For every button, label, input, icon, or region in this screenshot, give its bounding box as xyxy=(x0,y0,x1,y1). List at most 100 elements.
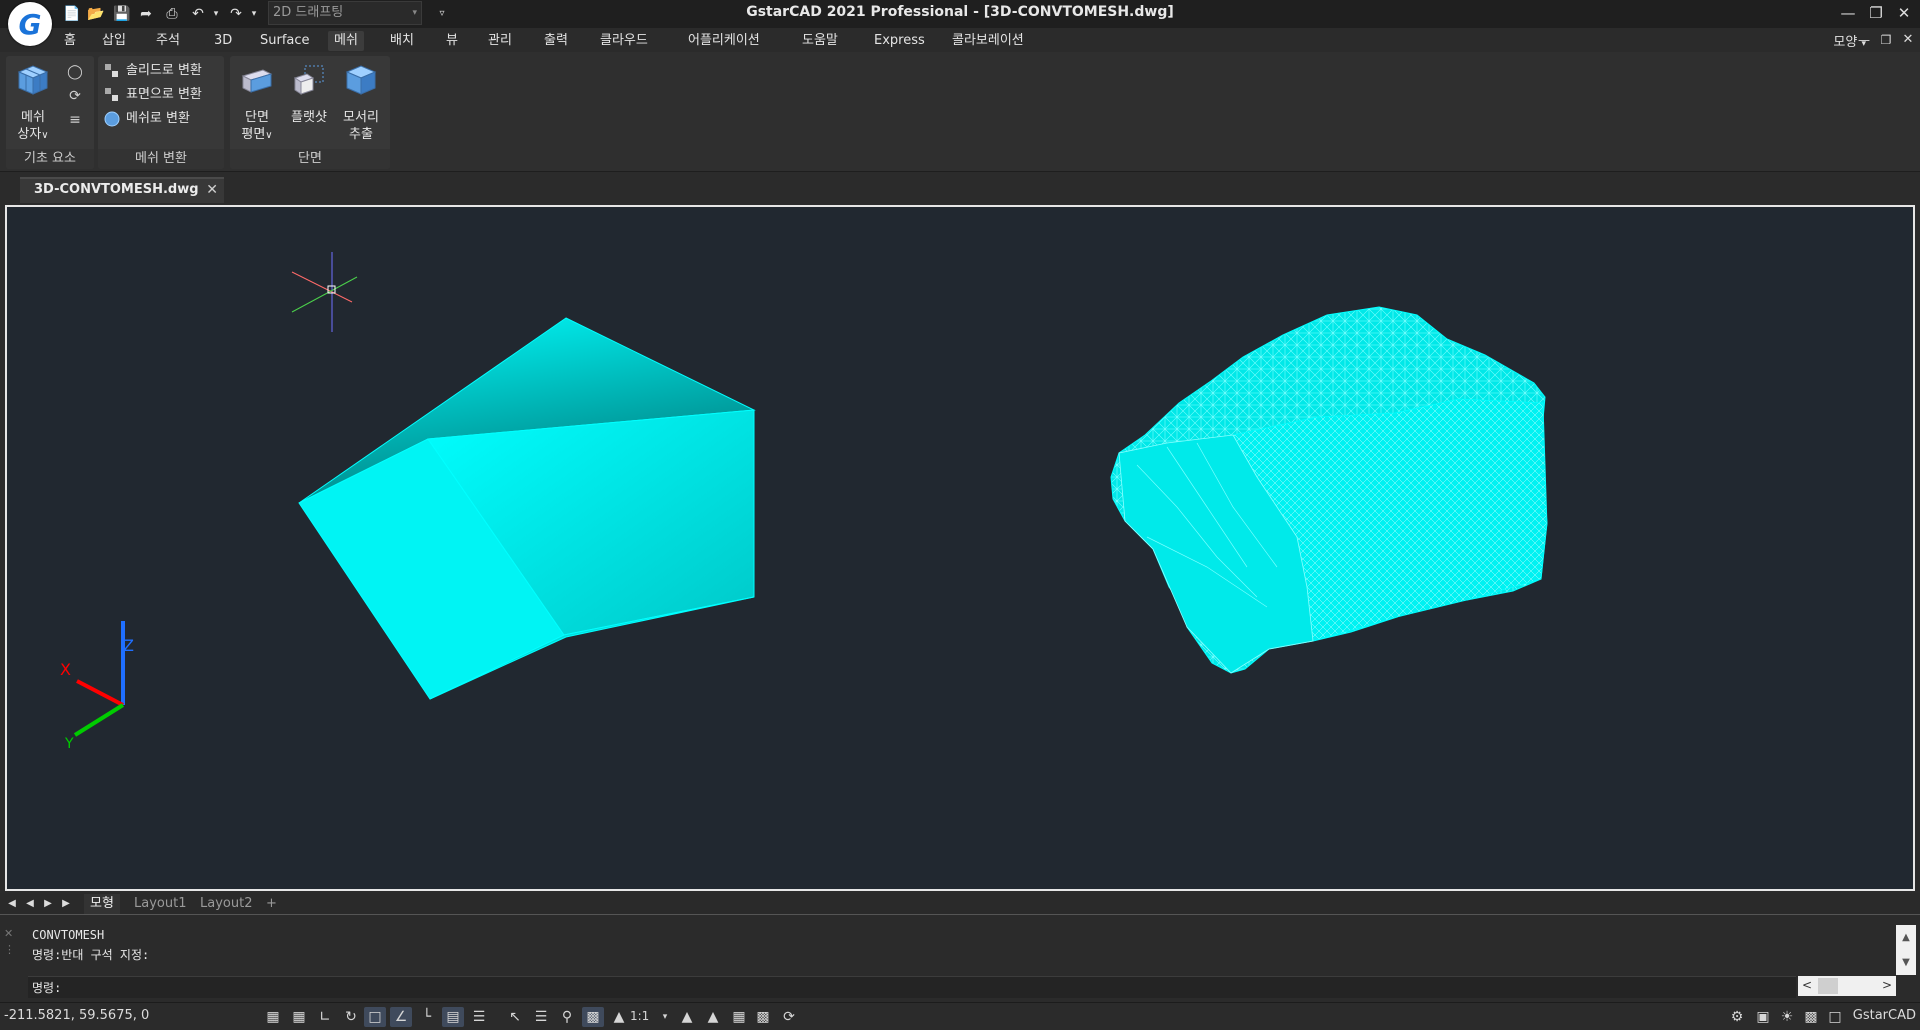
tab-home[interactable]: 홈 xyxy=(58,31,82,51)
layout-tab-layout1[interactable]: Layout1 xyxy=(128,894,192,914)
tab-express[interactable]: Express xyxy=(868,31,931,51)
print-icon[interactable]: ⎙ xyxy=(162,4,182,24)
tab-cloud[interactable]: 클라우드 xyxy=(594,31,654,51)
scroll-thumb[interactable] xyxy=(1818,978,1838,994)
minimize-icon[interactable]: — xyxy=(1836,2,1860,24)
isolate-objects-icon[interactable]: ▦ xyxy=(728,1007,750,1027)
auto-scale-icon[interactable]: ▲ xyxy=(702,1007,724,1027)
open-folder-icon[interactable]: 📂 xyxy=(86,4,106,24)
tab-manage[interactable]: 관리 xyxy=(482,31,518,51)
doc-restore-icon[interactable]: ❐ xyxy=(1874,29,1898,51)
command-window-grip[interactable]: ✕ ⋮ xyxy=(4,926,15,958)
solid-box-object[interactable] xyxy=(298,317,756,700)
tab-view[interactable]: 뷰 xyxy=(440,31,464,51)
extract-edges-button[interactable]: 모서리 추출 xyxy=(338,62,384,143)
workspace-select[interactable]: 2D 드래프팅 ▾ xyxy=(268,1,422,25)
coordinate-readout: -211.5821, 59.5675, 0 xyxy=(4,1008,150,1023)
layers-icon[interactable]: ☰ xyxy=(530,1007,552,1027)
ortho-mode-icon[interactable]: ∟ xyxy=(314,1007,336,1027)
ucs-z-label: Z xyxy=(123,636,134,655)
tab-3d[interactable]: 3D xyxy=(208,31,238,51)
tab-output[interactable]: 출력 xyxy=(538,31,574,51)
layout-tab-layout2[interactable]: Layout2 xyxy=(194,894,258,914)
gear-icon[interactable]: ⚙ xyxy=(1726,1007,1748,1027)
tab-collaboration[interactable]: 콜라보레이션 xyxy=(946,31,1030,51)
hardware-acceleration-icon[interactable]: ▩ xyxy=(752,1007,774,1027)
viewport-display-icon[interactable]: ▩ xyxy=(582,1007,604,1027)
scroll-down-icon[interactable]: ▼ xyxy=(1896,950,1916,975)
tab-help[interactable]: 도움말 xyxy=(796,31,844,51)
ucs-x-label: X xyxy=(60,660,71,679)
section-plane-button[interactable]: 단면 평면∨ xyxy=(234,62,280,144)
command-input[interactable]: 명령: xyxy=(28,976,1796,998)
dynamic-ucs-icon[interactable]: └ xyxy=(416,1007,438,1027)
workspace-switch-icon[interactable]: ▩ xyxy=(1800,1007,1822,1027)
add-layout-button[interactable]: + xyxy=(260,894,283,914)
document-tab[interactable]: 3D-CONVTOMESH.dwg ✕ xyxy=(20,177,224,203)
object-snap-tracking-icon[interactable]: ∠ xyxy=(390,1007,412,1027)
chevron-down-icon[interactable]: ▾ xyxy=(654,1007,676,1027)
scroll-right-icon[interactable]: > xyxy=(1882,978,1892,992)
doc-close-icon[interactable]: ✕ xyxy=(1896,29,1920,51)
drawing-viewport[interactable]: Z X Y xyxy=(5,205,1915,891)
polar-tracking-icon[interactable]: ↻ xyxy=(340,1007,362,1027)
flatshot-button[interactable]: 플랫샷 xyxy=(286,62,332,126)
doc-minimize-icon[interactable]: — xyxy=(1852,29,1876,51)
redo-dropdown-icon[interactable]: ▾ xyxy=(244,4,264,24)
convert-to-mesh-button[interactable]: 메쉬로 변환 xyxy=(100,108,190,130)
workspace-value: 2D 드래프팅 xyxy=(273,5,344,20)
tab-annotate[interactable]: 주석 xyxy=(150,31,186,51)
tab-mesh[interactable]: 메쉬 xyxy=(328,31,364,51)
lightbulb-icon[interactable]: ☀ xyxy=(1776,1007,1798,1027)
tab-applications[interactable]: 어플리케이션 xyxy=(682,31,766,51)
close-icon[interactable]: ✕ xyxy=(1892,2,1916,24)
lineweight-icon[interactable]: ☰ xyxy=(468,1007,490,1027)
snap-mode-icon[interactable]: ▦ xyxy=(288,1007,310,1027)
new-file-icon[interactable]: 📄 xyxy=(62,4,82,24)
zoom-icon[interactable]: ⚲ xyxy=(556,1007,578,1027)
save-icon[interactable]: 💾 xyxy=(112,4,132,24)
annotation-scale-icon[interactable]: ▲ xyxy=(608,1007,630,1027)
mesh-box-button[interactable]: 메쉬 상자∨ xyxy=(10,62,56,144)
customize-quick-access-icon[interactable]: ▿ xyxy=(432,4,452,24)
last-layout-icon[interactable]: ▶ xyxy=(58,896,74,912)
convert-to-surface-label: 표면으로 변환 xyxy=(126,87,202,102)
chevron-down-icon: ∨ xyxy=(265,130,273,141)
redo-icon[interactable]: ↷ xyxy=(226,4,246,24)
annotation-visibility-icon[interactable]: ▲ xyxy=(676,1007,698,1027)
save-as-icon[interactable]: ➦ xyxy=(136,4,156,24)
layout-tab-model[interactable]: 모형 xyxy=(84,894,120,914)
convert-to-surface-button[interactable]: 표면으로 변환 xyxy=(100,84,202,106)
annotation-scale-value[interactable]: 1:1 xyxy=(630,1009,649,1023)
scroll-left-icon[interactable]: < xyxy=(1802,978,1812,992)
drawing-canvas: Z X Y xyxy=(60,252,1548,752)
section-plane-icon xyxy=(241,69,273,93)
undo-dropdown-icon[interactable]: ▾ xyxy=(206,4,226,24)
prev-layout-icon[interactable]: ◀ xyxy=(22,896,38,912)
mesh-refine-icon[interactable]: ⟳ xyxy=(64,86,86,106)
scroll-up-icon[interactable]: ▲ xyxy=(1896,925,1916,950)
tab-insert[interactable]: 삽입 xyxy=(96,31,132,51)
object-snap-icon[interactable]: □ xyxy=(364,1007,386,1027)
command-scrollbar-vertical[interactable]: ▲ ▼ xyxy=(1896,925,1916,975)
close-icon[interactable]: ✕ xyxy=(206,179,218,201)
dynamic-input-icon[interactable]: ▤ xyxy=(442,1007,464,1027)
grid-display-icon[interactable]: ▦ xyxy=(262,1007,284,1027)
mesh-object[interactable] xyxy=(1110,306,1548,674)
fullscreen-icon[interactable]: □ xyxy=(1824,1007,1846,1027)
selection-cycling-icon[interactable]: ↖ xyxy=(504,1007,526,1027)
command-scrollbar-horizontal[interactable]: < > xyxy=(1798,976,1896,996)
tab-layout[interactable]: 배치 xyxy=(384,31,420,51)
undo-icon[interactable]: ↶ xyxy=(188,4,208,24)
next-layout-icon[interactable]: ▶ xyxy=(40,896,56,912)
restore-icon[interactable]: ❐ xyxy=(1864,2,1888,24)
convert-to-solid-button[interactable]: 솔리드로 변환 xyxy=(100,60,202,82)
clean-screen-icon[interactable]: ⟳ xyxy=(778,1007,800,1027)
lock-icon[interactable]: ▣ xyxy=(1752,1007,1774,1027)
first-layout-icon[interactable]: ◀​ xyxy=(4,896,20,912)
extract-edges-label-1: 모서리 xyxy=(343,110,379,125)
tab-surface[interactable]: Surface xyxy=(254,31,316,51)
mesh-options-icon[interactable]: ≡ xyxy=(64,110,86,130)
app-menu-button[interactable]: G xyxy=(8,2,52,46)
mesh-smooth-icon[interactable]: ◯ xyxy=(64,62,86,82)
